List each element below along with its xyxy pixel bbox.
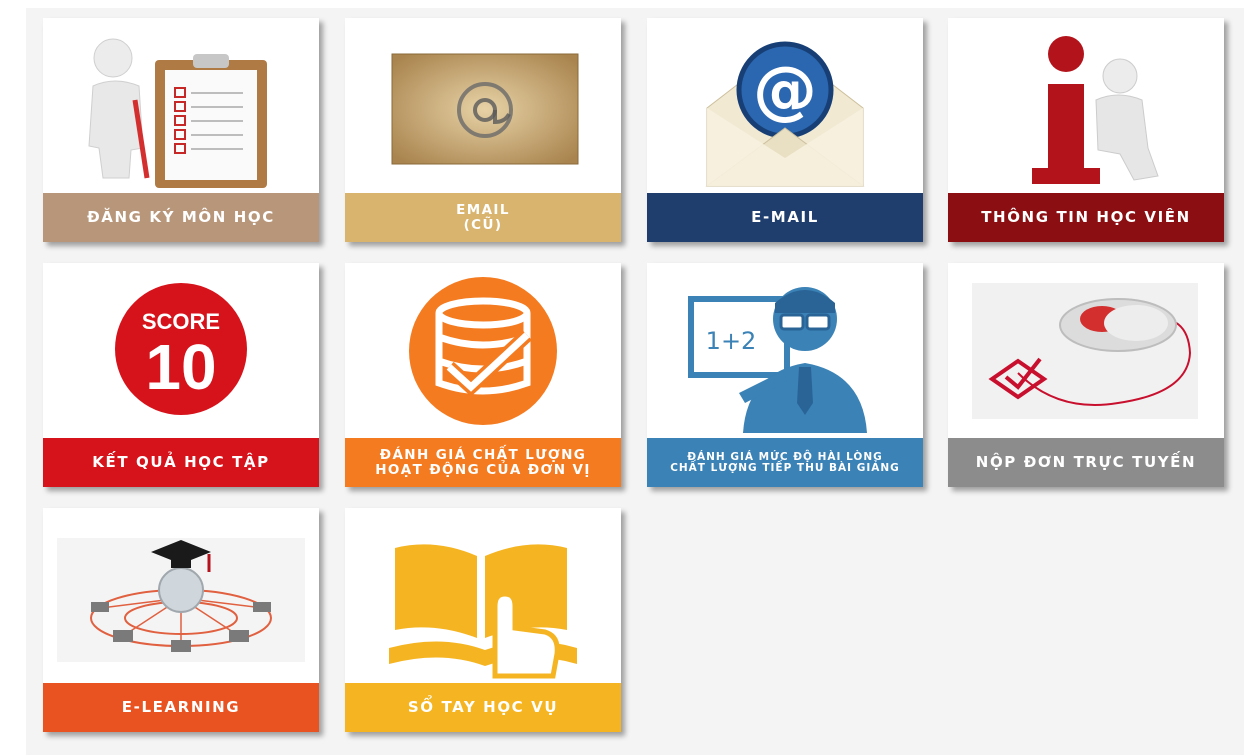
board-text: 1+2 [706,327,757,355]
tile-danh-gia-chat-luong[interactable]: ĐÁNH GIÁ CHẤT LƯỢNG HOẠT ĐỘNG CỦA ĐƠN VỊ [345,263,621,487]
tile-label: ĐÁNH GIÁ CHẤT LƯỢNG HOẠT ĐỘNG CỦA ĐƠN VỊ [345,438,621,487]
clipboard-checklist-icon [43,18,319,193]
tile-label: NỘP ĐƠN TRỰC TUYẾN [948,438,1224,487]
tile-label: KẾT QUẢ HỌC TẬP [43,438,319,487]
tile-label: ĐĂNG KÝ MÔN HỌC [43,193,319,242]
book-hand-icon [345,508,621,683]
tile-danh-gia-muc-do[interactable]: 1+2 ĐÁNH GIÁ MỨC ĐỘ HÀI LÒNG CHẤT LƯỢNG … [647,263,923,487]
tile-label: EMAIL (CŨ) [345,193,621,242]
score-10-icon: SCORE 10 [43,263,319,438]
tile-label: THÔNG TIN HỌC VIÊN [948,193,1224,242]
mouse-checkbox-icon [948,263,1224,438]
tile-nop-don-truc-tuyen[interactable]: NỘP ĐƠN TRỰC TUYẾN [948,263,1224,487]
tile-label: SỔ TAY HỌC VỤ [345,683,621,732]
tile-label: E-MAIL [647,193,923,242]
database-check-icon [345,263,621,438]
tile-e-learning[interactable]: E-LEARNING [43,508,319,732]
globe-network-graduation-icon [43,508,319,683]
tile-e-mail[interactable]: @ E-MAIL [647,18,923,242]
tile-dang-ky-mon-hoc[interactable]: ĐĂNG KÝ MÔN HỌC [43,18,319,242]
services-panel: ĐĂNG KÝ MÔN HỌC EMAIL (CŨ) @ E-MAIL THÔN… [26,8,1244,755]
score-value: 10 [145,331,216,403]
tile-ket-qua-hoc-tap[interactable]: SCORE 10 KẾT QUẢ HỌC TẬP [43,263,319,487]
svg-text:@: @ [753,54,817,128]
envelope-at-sign-icon: @ [647,18,923,193]
teacher-board-icon: 1+2 [647,263,923,438]
tile-so-tay-hoc-vu[interactable]: SỔ TAY HỌC VỤ [345,508,621,732]
info-figure-icon [948,18,1224,193]
tile-email-cu[interactable]: EMAIL (CŨ) [345,18,621,242]
tile-label: ĐÁNH GIÁ MỨC ĐỘ HÀI LÒNG CHẤT LƯỢNG TIẾP… [647,438,923,487]
old-paper-at-sign-icon [345,18,621,193]
tile-thong-tin-hoc-vien[interactable]: THÔNG TIN HỌC VIÊN [948,18,1224,242]
tile-label: E-LEARNING [43,683,319,732]
